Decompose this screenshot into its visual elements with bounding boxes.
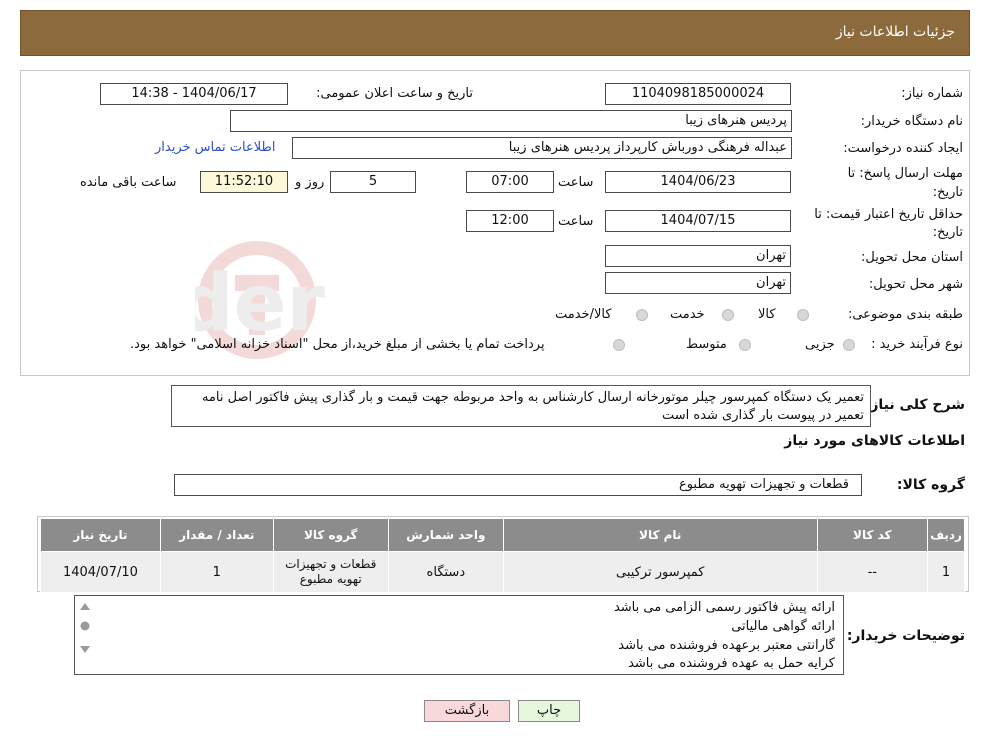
notes-scrollbar[interactable] <box>75 596 95 674</box>
days-label: روز و <box>295 175 325 190</box>
announce-label: تاریخ و ساعت اعلان عمومی: <box>316 86 473 101</box>
buyer-note-line-2: ارائه گواهی مالیاتی <box>731 619 835 634</box>
category-option-service: خدمت <box>670 307 705 322</box>
col-quantity: تعداد / مقدار <box>159 518 274 552</box>
table-header-row: ردیف کد کالا نام کالا واحد شمارش گروه کا… <box>40 518 965 552</box>
province-label: استان محل تحویل: <box>861 250 963 265</box>
print-button[interactable]: چاپ <box>518 700 580 722</box>
cell-need-date: 1404/07/10 <box>40 551 161 593</box>
goods-table: ردیف کد کالا نام کالا واحد شمارش گروه کا… <box>40 518 965 593</box>
buyer-org-field: پردیس هنرهای زیبا <box>230 110 792 132</box>
goods-section-title: اطلاعات کالاهای مورد نیاز <box>784 433 965 449</box>
svg-text:AriaTender: AriaTender <box>195 259 326 349</box>
cell-quantity: 1 <box>159 551 274 593</box>
cell-goods-group: قطعات و تجهیزات تهویه مطبوع <box>272 551 389 593</box>
col-unit: واحد شمارش <box>387 518 504 552</box>
page-header: جزئیات اطلاعات نیاز <box>20 10 970 56</box>
category-radio-goods-service[interactable] <box>636 309 648 321</box>
col-goods-name: نام کالا <box>502 518 818 552</box>
scroll-up-arrow-icon <box>80 603 90 610</box>
process-radio-medium[interactable] <box>739 339 751 351</box>
category-option-goods-service: کالا/خدمت <box>555 307 612 322</box>
description-textarea[interactable]: تعمیر یک دستگاه کمپرسور چیلر موتورخانه ا… <box>171 385 871 427</box>
col-need-date: تاریخ نیاز <box>40 518 161 552</box>
city-field: تهران <box>605 272 791 294</box>
need-number-field: 1104098185000024 <box>605 83 791 105</box>
city-label: شهر محل تحویل: <box>868 277 963 292</box>
validity-label-2: تاریخ: <box>932 225 963 240</box>
process-option-medium: متوسط <box>686 337 727 352</box>
buyer-note-line-1: ارائه پیش فاکتور رسمی الزامی می باشد <box>613 600 835 615</box>
category-radio-goods[interactable] <box>797 309 809 321</box>
table-row: 1 -- کمپرسور ترکیبی دستگاه قطعات و تجهیز… <box>40 551 965 593</box>
cell-goods-code: -- <box>816 551 929 593</box>
buyer-note-line-3: گارانتی معتبر برعهده فروشنده می باشد <box>618 638 835 653</box>
remaining-label: ساعت باقی مانده <box>80 175 177 190</box>
deadline-label-2: تاریخ: <box>932 185 963 200</box>
page-title: جزئیات اطلاعات نیاز <box>835 24 955 40</box>
buyer-notes-textarea[interactable]: ارائه پیش فاکتور رسمی الزامی می باشد ارا… <box>74 595 844 675</box>
col-row-number: ردیف <box>927 518 965 552</box>
process-radio-minor[interactable] <box>843 339 855 351</box>
validity-date-field: 1404/07/15 <box>605 210 791 232</box>
province-field: تهران <box>605 245 791 267</box>
scroll-down-arrow-icon <box>80 646 90 653</box>
process-label: نوع فرآیند خرید : <box>871 337 963 352</box>
deadline-time-label: ساعت <box>558 175 594 190</box>
announce-field: 1404/06/17 - 14:38 <box>100 83 288 105</box>
validity-label-1: حداقل تاریخ اعتبار قیمت: تا <box>814 207 963 222</box>
creator-field: عبداله فرهنگی دورباش کارپرداز پردیس هنره… <box>292 137 792 159</box>
process-option-minor: جزیی <box>805 337 835 352</box>
process-note: پرداخت تمام یا بخشی از مبلغ خرید،از محل … <box>130 337 545 352</box>
goods-group-field: قطعات و تجهیزات تهویه مطبوع <box>174 474 862 496</box>
col-goods-group: گروه کالا <box>272 518 389 552</box>
scroll-thumb-icon <box>80 621 90 631</box>
validity-time-field: 12:00 <box>466 210 554 232</box>
deadline-time-field: 07:00 <box>466 171 554 193</box>
category-radio-service[interactable] <box>722 309 734 321</box>
creator-label: ایجاد کننده درخواست: <box>843 141 963 156</box>
contact-info-link[interactable]: اطلاعات تماس خریدار <box>155 140 275 155</box>
remaining-time-field: 11:52:10 <box>200 171 288 193</box>
buyer-org-label: نام دستگاه خریدار: <box>860 114 963 129</box>
process-checkbox-treasury[interactable] <box>613 339 625 351</box>
back-button[interactable]: بازگشت <box>424 700 510 722</box>
buyer-note-line-4: کرایه حمل به عهده فروشنده می باشد <box>628 656 835 671</box>
days-field: 5 <box>330 171 416 193</box>
description-label: شرح کلی نیاز: <box>864 397 965 413</box>
col-goods-code: کد کالا <box>816 518 929 552</box>
buyer-notes-label: توضیحات خریدار: <box>846 628 965 644</box>
goods-group-label: گروه کالا: <box>896 477 965 493</box>
cell-unit: دستگاه <box>387 551 504 593</box>
deadline-date-field: 1404/06/23 <box>605 171 791 193</box>
category-label: طبقه بندی موضوعی: <box>847 307 963 322</box>
deadline-label-1: مهلت ارسال پاسخ: تا <box>847 166 963 181</box>
cell-row-number: 1 <box>927 551 965 593</box>
category-option-goods: کالا <box>758 307 776 322</box>
cell-goods-name: کمپرسور ترکیبی <box>502 551 818 593</box>
validity-time-label: ساعت <box>558 214 594 229</box>
need-number-label: شماره نیاز: <box>901 86 963 101</box>
